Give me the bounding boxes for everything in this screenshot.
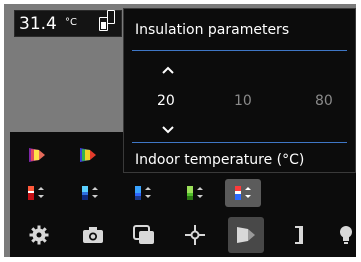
multi-alarm-icon[interactable] <box>225 179 261 207</box>
settings-gear-icon[interactable] <box>26 223 52 247</box>
camera-icon[interactable] <box>80 223 106 247</box>
scale-bracket-icon[interactable] <box>287 223 313 247</box>
bottom-toolbar <box>10 213 356 257</box>
iron-alarm-icon[interactable] <box>24 183 48 203</box>
popup-footer: Indoor temperature (°C) <box>135 152 305 168</box>
sd-card-icon <box>107 10 115 24</box>
blue-scale-icon[interactable] <box>131 183 155 203</box>
value-selected[interactable]: 20 <box>157 92 175 110</box>
measurement-spot-icon[interactable] <box>182 223 208 247</box>
insulation-parameters-popup: Insulation parameters 20 10 80 Indoor te… <box>123 8 356 173</box>
blue-alarm-icon[interactable] <box>78 183 102 203</box>
lamp-icon[interactable] <box>336 223 356 247</box>
popup-title: Insulation parameters <box>135 22 290 38</box>
bottom-divider <box>132 142 347 143</box>
thermal-view: 31.4 °C Insulation parameters 20 10 80 I… <box>4 4 356 257</box>
top-divider <box>132 50 347 51</box>
temperature-value: 31.4 <box>19 14 57 34</box>
value-option[interactable]: 10 <box>234 92 252 110</box>
increase-value-button[interactable] <box>162 63 174 77</box>
iron-palette-icon[interactable] <box>26 146 48 164</box>
green-scale-icon[interactable] <box>183 183 207 203</box>
rainbow-palette-icon[interactable] <box>77 146 99 164</box>
decrease-value-button[interactable] <box>162 123 174 137</box>
temperature-unit: °C <box>65 17 77 28</box>
value-option[interactable]: 80 <box>315 92 333 110</box>
temperature-readout: 31.4 °C <box>14 10 122 37</box>
palette-row <box>10 173 356 213</box>
palette-icon[interactable] <box>228 217 264 253</box>
image-mode-icon[interactable] <box>131 223 157 247</box>
